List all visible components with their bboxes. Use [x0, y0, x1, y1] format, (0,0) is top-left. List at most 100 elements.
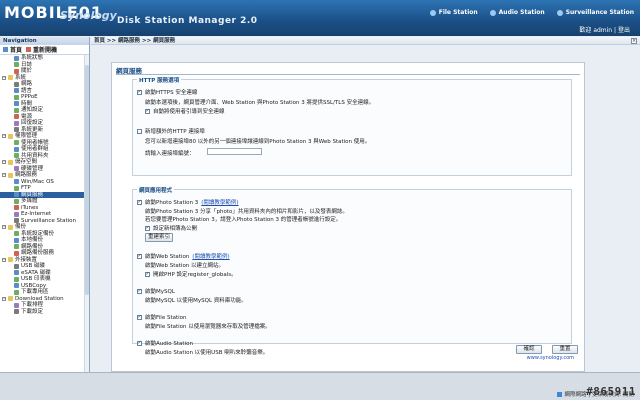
- menu-item-icon: [14, 250, 19, 256]
- navigation-header: Navigation: [0, 37, 89, 45]
- menu-item-icon: [14, 114, 19, 120]
- user-info: 歡迎 admin | 登出: [579, 27, 630, 34]
- nav-tree: 系統狀態 日誌 關於 − 系統 網路 語言 PPPoE 時間 通知設定 電源 回復設定 系統更新 − 權限管…: [0, 55, 89, 315]
- title-divider: [116, 74, 580, 75]
- audio-station-link[interactable]: Audio Station: [489, 9, 545, 16]
- menu-item-icon: [14, 62, 19, 68]
- surveillance-station-link[interactable]: Surveillance Station: [556, 9, 634, 16]
- https-option[interactable]: 啟動HTTPS 安全連線: [137, 88, 197, 96]
- public-album-label: 設定新相簿為公開: [153, 226, 198, 232]
- menu-item-icon: [14, 120, 19, 126]
- file-station-checkbox[interactable]: [137, 314, 142, 320]
- collapse-icon[interactable]: −: [2, 160, 6, 165]
- close-icon[interactable]: ×: [631, 38, 637, 44]
- collapse-icon[interactable]: −: [2, 173, 6, 178]
- home-tab[interactable]: 首頁: [3, 45, 22, 54]
- collapse-icon[interactable]: −: [2, 75, 6, 80]
- collapse-icon[interactable]: −: [2, 296, 6, 301]
- file-station-link[interactable]: File Station: [429, 9, 478, 16]
- nav-item[interactable]: 下載設定: [0, 309, 89, 316]
- https-checkbox[interactable]: [137, 89, 142, 95]
- menu-item-icon: [14, 146, 19, 152]
- menu-item-icon: [14, 211, 19, 217]
- collapse-icon[interactable]: −: [2, 257, 6, 262]
- nav-scrollbar[interactable]: [84, 55, 89, 372]
- audio-station-label: 啟動Audio Station: [145, 341, 193, 347]
- synology-link[interactable]: www.synology.com: [527, 355, 574, 361]
- audio-station-icon: [489, 9, 496, 16]
- custom-port-option[interactable]: 新增額外的HTTP 連接埠: [137, 127, 205, 135]
- scrollbar-thumb[interactable]: [85, 65, 89, 295]
- http-options-group: HTTP 服務選項 啟動HTTPS 安全連線 啟動本選項後，網頁管理介面、Web…: [132, 76, 572, 176]
- reindex-button[interactable]: 重建索引: [145, 233, 173, 242]
- menu-item-icon: [14, 289, 19, 295]
- public-album-checkbox[interactable]: [145, 225, 150, 231]
- folder-icon: [8, 257, 13, 263]
- file-station-label: 啟動File Station: [145, 315, 187, 321]
- https-desc: 啟動本選項後，網頁管理介面、Web Station 與Photo Station…: [145, 100, 375, 106]
- photo-station-option[interactable]: 啟動Photo Station 3(閱讀教學範例): [137, 198, 239, 206]
- photo-tutorial-link[interactable]: (閱讀教學範例): [201, 198, 238, 206]
- menu-item-icon: [14, 231, 19, 237]
- menu-item-icon: [14, 309, 19, 315]
- reboot-tab[interactable]: 重新開機: [26, 45, 57, 54]
- folder-icon: [8, 172, 13, 178]
- menu-item-icon: [14, 101, 19, 107]
- redirect-option[interactable]: 自動將使用者引導到安全連線: [145, 107, 225, 115]
- nav-tabs: 首頁 重新開機: [0, 45, 89, 55]
- https-label: 啟動HTTPS 安全連線: [145, 90, 198, 96]
- menu-item-icon: [14, 302, 19, 308]
- mysql-desc: 啟動MySQL 以使用MySQL 資料庫功能。: [145, 298, 247, 304]
- menu-item-icon: [14, 237, 19, 243]
- php-checkbox[interactable]: [145, 271, 150, 277]
- product-title: Disk Station Manager 2.0: [117, 16, 258, 26]
- menu-item-icon: [14, 166, 19, 172]
- menu-item-icon: [14, 107, 19, 113]
- web-station-checkbox[interactable]: [137, 253, 142, 259]
- port-prompt: 請輸入連接埠編號：: [145, 151, 195, 157]
- redirect-checkbox[interactable]: [145, 108, 150, 114]
- web-desc: 啟動Web Station 以建立網站。: [145, 263, 225, 269]
- collapse-icon[interactable]: −: [2, 225, 6, 230]
- nav-item-label: Surveillance Station: [21, 217, 77, 224]
- menu-item-icon: [14, 55, 19, 61]
- menu-item-icon: [14, 270, 19, 276]
- port-input[interactable]: [207, 148, 262, 155]
- file-station-option[interactable]: 啟動File Station: [137, 313, 187, 321]
- redirect-label: 自動將使用者引導到安全連線: [153, 109, 225, 115]
- mysql-option[interactable]: 啟動MySQL: [137, 287, 175, 295]
- audio-station-checkbox[interactable]: [137, 340, 142, 346]
- audio-desc: 啟動Audio Station 以使用USB 喇叭來聆聽音樂。: [145, 350, 269, 356]
- photo-station-checkbox[interactable]: [137, 199, 142, 205]
- folder-icon: [8, 224, 13, 230]
- main-area: 首頁 >> 網路服務 >> 網頁服務 × 網頁服務 HTTP 服務選項 啟動HT…: [91, 37, 640, 372]
- web-station-label: 啟動Web Station: [145, 254, 190, 260]
- audio-station-option[interactable]: 啟動Audio Station: [137, 339, 193, 347]
- menu-item-icon: [14, 179, 19, 185]
- folder-icon: [8, 159, 13, 165]
- menu-item-icon: [14, 94, 19, 100]
- web-service-panel: 網頁服務 HTTP 服務選項 啟動HTTPS 安全連線 啟動本選項後，網頁管理介…: [111, 62, 585, 372]
- menu-item-icon: [14, 185, 19, 191]
- synology-logo: Synology: [60, 9, 117, 22]
- ok-button[interactable]: 確認: [516, 345, 542, 354]
- file-desc: 啟動File Station 以使用瀏覽器來存取及管理檔案。: [145, 324, 271, 330]
- menu-item-icon: [14, 263, 19, 269]
- custom-port-checkbox[interactable]: [137, 128, 142, 134]
- php-option[interactable]: 開啟PHP 設定register_globals。: [145, 270, 237, 278]
- menu-item-icon: [14, 153, 19, 159]
- public-album-option[interactable]: 設定新相簿為公開: [145, 224, 197, 232]
- breadcrumb: 首頁 >> 網路服務 >> 網頁服務: [91, 37, 640, 45]
- navigation-panel: Navigation 首頁 重新開機 系統狀態 日誌 關於 − 系統 網路 語言 PPPoE 時…: [0, 37, 90, 372]
- web-station-option[interactable]: 啟動Web Station(閱讀教學範例): [137, 252, 230, 260]
- menu-item-icon: [14, 198, 19, 204]
- photo-station-label: 啟動Photo Station 3: [145, 200, 199, 206]
- reset-button[interactable]: 重置: [552, 345, 578, 354]
- app-legend: 網頁應用程式: [137, 186, 175, 194]
- reboot-icon: [26, 47, 32, 52]
- welcome-text: 歡迎 admin: [579, 27, 613, 34]
- logout-link[interactable]: 登出: [618, 27, 630, 34]
- web-tutorial-link[interactable]: (閱讀教學範例): [192, 252, 229, 260]
- mysql-checkbox[interactable]: [137, 288, 142, 294]
- collapse-icon[interactable]: −: [2, 134, 6, 139]
